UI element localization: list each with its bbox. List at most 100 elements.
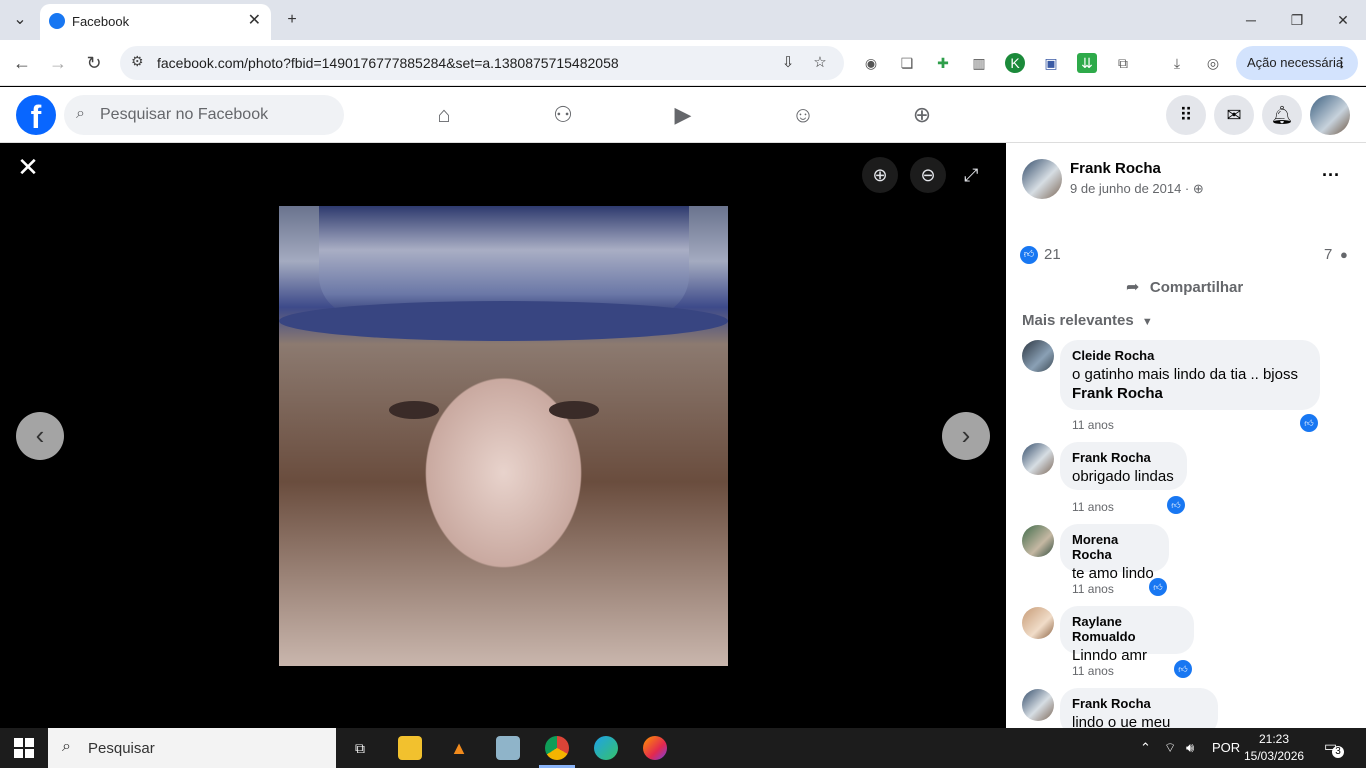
reload-icon[interactable]: ↻	[82, 51, 106, 75]
messenger-icon[interactable]: ✉	[1214, 95, 1254, 135]
comment-bubble: Raylane Romualdo Linndo amr	[1060, 606, 1194, 664]
gaming-icon[interactable]: ⊕	[908, 101, 936, 129]
groups-icon[interactable]: ☺	[789, 101, 817, 129]
commenter-avatar[interactable]	[1022, 607, 1054, 639]
clock[interactable]: 21:23 15/03/2026	[1244, 731, 1304, 765]
commenter-name[interactable]: Raylane Romualdo	[1072, 614, 1182, 644]
chrome-icon[interactable]	[545, 736, 569, 760]
tab-title: Facebook	[72, 14, 130, 29]
commenter-avatar[interactable]	[1022, 443, 1054, 475]
comment-sort-dropdown[interactable]: Mais relevantes ▼	[1022, 312, 1153, 329]
vlc-icon[interactable]: ▲	[447, 736, 471, 760]
taskbar-search-input[interactable]: ⌕ Pesquisar	[48, 728, 336, 768]
photo-viewer: ✕ ⊕ ⊖ ⤢ ‹ ›	[0, 143, 1006, 728]
comment-text: lindo o ue meu amor	[1072, 714, 1171, 728]
comment-tag[interactable]: Frank Rocha	[1072, 384, 1308, 403]
search-icon: ⌕	[76, 105, 85, 122]
download-icon[interactable]: ⤓	[1167, 53, 1187, 73]
forward-icon[interactable]: →	[46, 51, 70, 75]
copy-icon[interactable]: ❏	[897, 53, 917, 73]
facebook-logo[interactable]: f	[16, 95, 56, 135]
tab-close-icon[interactable]: ✕	[248, 10, 261, 30]
edge-icon[interactable]	[594, 736, 618, 760]
comment-count[interactable]: 7	[1324, 246, 1332, 263]
next-photo-button[interactable]: ›	[942, 412, 990, 460]
post-date[interactable]: 9 de junho de 2014 · ⊕	[1070, 181, 1204, 197]
k-extension-icon[interactable]: K	[1005, 53, 1025, 73]
puzzle-icon[interactable]: ⧉	[1113, 53, 1133, 73]
extension-plus-icon[interactable]: ✚	[933, 53, 953, 73]
trash-icon[interactable]: ▥	[969, 53, 989, 73]
menu-grid-icon[interactable]: ⠿	[1166, 95, 1206, 135]
commenter-avatar[interactable]	[1022, 525, 1054, 557]
notification-center-icon[interactable]: ▭ 3	[1324, 738, 1346, 758]
windows-taskbar: ⌕ Pesquisar ⧉ ▲ ⌃ ⌔ 🔊︎ POR 21:23 15/03/2…	[0, 728, 1366, 768]
search-placeholder: Pesquisar no Facebook	[100, 106, 269, 123]
share-button[interactable]: ➦ Compartilhar	[1126, 277, 1243, 297]
zoom-in-icon[interactable]: ⊕	[862, 157, 898, 193]
post-side-panel: Frank Rocha 9 de junho de 2014 · ⊕ ··· 👍…	[1006, 143, 1366, 728]
notes-app-icon[interactable]	[496, 736, 520, 760]
notifications-bell-icon[interactable]: 🔔︎	[1262, 95, 1302, 135]
comment-like-icon[interactable]: 👍︎	[1149, 578, 1167, 596]
windows-start-icon[interactable]	[14, 738, 34, 758]
profile-icon[interactable]: ◎	[1203, 53, 1223, 73]
address-bar[interactable]: ⚙ facebook.com/photo?fbid=14901767778852…	[120, 46, 844, 80]
home-icon[interactable]: ⌂	[430, 101, 458, 129]
video-icon[interactable]: ▶	[669, 101, 697, 129]
commenter-avatar[interactable]	[1022, 689, 1054, 721]
close-window-icon[interactable]: ✕	[1328, 8, 1358, 32]
save-icon[interactable]: ▣	[1041, 53, 1061, 73]
task-view-icon[interactable]: ⧉	[348, 736, 372, 760]
file-explorer-icon[interactable]	[398, 736, 422, 760]
url-text[interactable]: facebook.com/photo?fbid=1490176777885284…	[157, 55, 619, 71]
zoom-out-icon[interactable]: ⊖	[910, 157, 946, 193]
facebook-search-input[interactable]: ⌕ Pesquisar no Facebook	[64, 95, 344, 135]
commenter-avatar[interactable]	[1022, 340, 1054, 372]
restore-icon[interactable]: ❐	[1282, 8, 1312, 32]
commenter-name[interactable]: Morena Rocha	[1072, 532, 1157, 562]
comment-time[interactable]: 11 anos	[1072, 582, 1114, 596]
comment-time[interactable]: 11 anos	[1072, 418, 1114, 432]
commenter-name[interactable]: Frank Rocha	[1072, 450, 1175, 465]
comment-like-icon[interactable]: 👍︎	[1300, 414, 1318, 432]
like-count[interactable]: 21	[1044, 246, 1061, 263]
account-avatar[interactable]	[1310, 95, 1350, 135]
comment-like-icon[interactable]: 👍︎	[1167, 496, 1185, 514]
kebab-menu-icon[interactable]: ⋮	[1335, 46, 1348, 80]
comment-time[interactable]: 11 anos	[1072, 664, 1114, 678]
friends-icon[interactable]: ⚇	[549, 101, 577, 129]
comment-bubble: Frank Rocha lindo o ue meu amor	[1060, 688, 1218, 728]
comment-time[interactable]: 11 anos	[1072, 500, 1114, 514]
firefox-icon[interactable]	[643, 736, 667, 760]
tab-search-icon[interactable]: ⌄	[8, 8, 32, 32]
install-app-icon[interactable]: ⇩	[778, 53, 798, 73]
photo-eye-right	[549, 401, 599, 419]
network-icon[interactable]: ⌔	[1164, 740, 1176, 756]
download-extension-icon[interactable]: ⇊	[1077, 53, 1097, 73]
close-viewer-icon[interactable]: ✕	[16, 154, 40, 180]
photo-cap-shape	[319, 206, 689, 316]
comment-like-icon[interactable]: 👍︎	[1174, 660, 1192, 678]
tab-facebook[interactable]: Facebook ✕	[40, 4, 271, 40]
fullscreen-icon[interactable]: ⤢	[964, 165, 978, 186]
previous-photo-button[interactable]: ‹	[16, 412, 64, 460]
language-indicator[interactable]: POR	[1212, 740, 1240, 755]
camera-icon[interactable]: ◉	[861, 53, 881, 73]
minimize-icon[interactable]: ─	[1236, 8, 1266, 32]
post-author[interactable]: Frank Rocha	[1070, 160, 1161, 177]
volume-icon[interactable]: 🔊︎	[1186, 740, 1194, 756]
action-required-button[interactable]: Ação necessária ⋮	[1236, 46, 1358, 80]
clock-date: 15/03/2026	[1244, 749, 1305, 763]
clock-time: 21:23	[1258, 732, 1290, 746]
back-icon[interactable]: ←	[10, 51, 34, 75]
author-avatar[interactable]	[1022, 159, 1062, 199]
bookmark-star-icon[interactable]: ☆	[810, 53, 830, 73]
comment-text: obrigado lindas	[1072, 468, 1174, 485]
new-tab-button[interactable]: +	[280, 8, 304, 32]
tray-chevron-icon[interactable]: ⌃	[1140, 740, 1151, 756]
post-options-button[interactable]: ···	[1322, 165, 1340, 186]
site-info-icon[interactable]: ⚙	[131, 53, 144, 70]
commenter-name[interactable]: Cleide Rocha	[1072, 348, 1308, 363]
commenter-name[interactable]: Frank Rocha	[1072, 696, 1206, 711]
